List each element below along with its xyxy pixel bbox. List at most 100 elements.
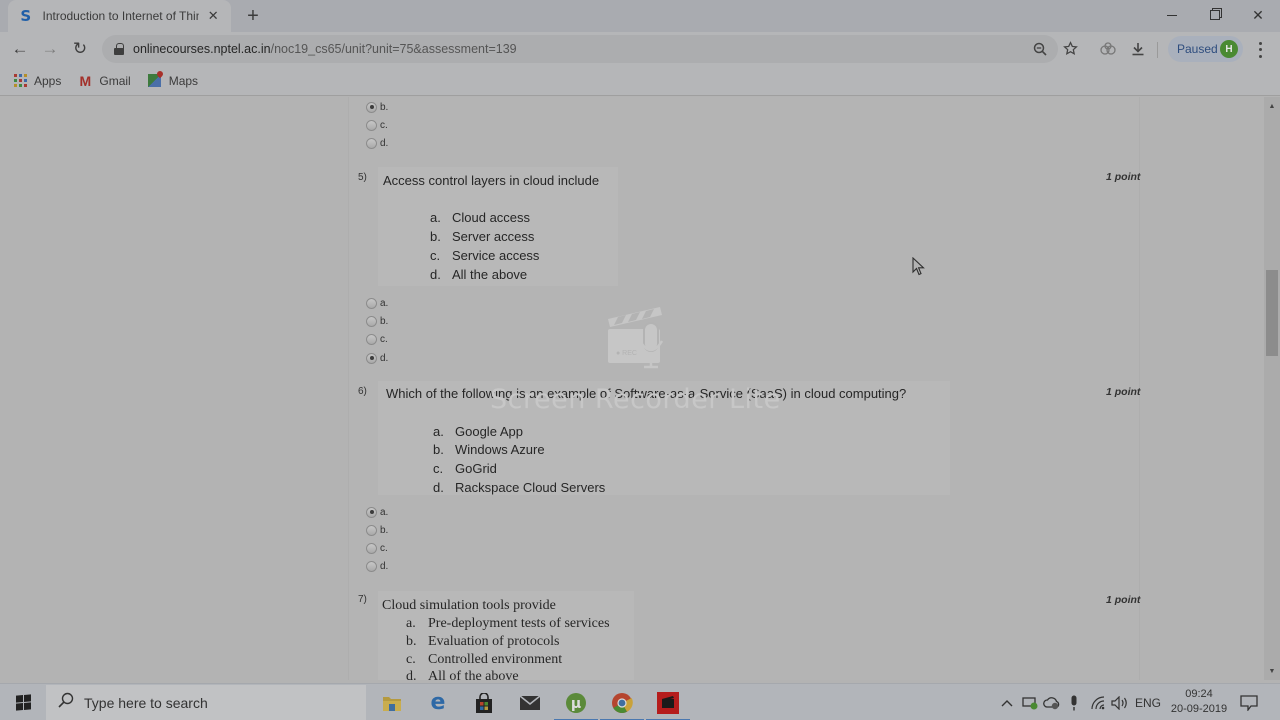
bookmark-maps[interactable]: Maps xyxy=(147,73,198,89)
bookmark-gmail[interactable]: M Gmail xyxy=(77,73,131,89)
radio-button[interactable] xyxy=(366,137,377,149)
address-bar[interactable]: onlinecourses.nptel.ac.in/noc19_cs65/uni… xyxy=(102,35,1058,63)
option-label: b. xyxy=(380,101,389,113)
radio-button-checked[interactable] xyxy=(366,101,377,113)
reload-icon: ↻ xyxy=(72,39,88,58)
toolbar-separator xyxy=(1157,42,1158,58)
store-bag-icon xyxy=(476,692,492,713)
file-explorer-icon xyxy=(383,696,401,711)
taskbar-clock[interactable]: 09:24 20-09-2019 xyxy=(1164,687,1234,717)
question-text: Access control layers in cloud include xyxy=(383,173,600,188)
answer-option[interactable]: b. xyxy=(366,100,388,114)
taskbar-file-explorer[interactable] xyxy=(369,684,415,720)
radio-button[interactable] xyxy=(366,560,377,572)
radio-button-checked[interactable] xyxy=(366,352,377,364)
windows-logo-icon xyxy=(15,694,31,711)
option-label: a. xyxy=(380,297,389,309)
reload-button[interactable]: ↻ xyxy=(67,36,93,62)
cloud-sync-icon xyxy=(1043,696,1060,709)
new-tab-button[interactable]: + xyxy=(243,6,263,26)
download-icon[interactable] xyxy=(1128,39,1148,59)
answer-option[interactable]: c. xyxy=(366,541,388,555)
taskbar-screen-recorder[interactable] xyxy=(645,684,691,720)
radio-button[interactable] xyxy=(366,315,377,327)
page-viewport: b. c. d. 5) 1 point Access control layer… xyxy=(0,97,1264,680)
clock-date: 20-09-2019 xyxy=(1170,703,1228,715)
browser-tab[interactable]: S Introduction to Internet of Things ✕ xyxy=(8,0,231,32)
question-number: 6) xyxy=(358,386,367,397)
minimize-button[interactable] xyxy=(1150,0,1194,30)
choice-item: a. Pre-deployment tests of services xyxy=(406,616,610,631)
answer-option[interactable]: c. xyxy=(366,332,388,346)
taskbar-chrome[interactable] xyxy=(599,684,645,720)
notification-icon xyxy=(1240,694,1258,711)
tray-battery-saver[interactable] xyxy=(1020,684,1040,720)
edge-icon: e xyxy=(430,690,446,715)
tray-volume[interactable] xyxy=(1110,684,1130,720)
answer-option[interactable]: c. xyxy=(366,118,388,132)
forward-arrow-icon: → xyxy=(41,39,59,58)
show-hidden-icons-button[interactable] xyxy=(998,684,1016,720)
radio-button[interactable] xyxy=(366,119,377,131)
tray-microphone[interactable] xyxy=(1064,684,1084,720)
clock-time: 09:24 xyxy=(1185,688,1213,700)
option-label: c. xyxy=(380,333,388,345)
taskbar-search-box[interactable]: Type here to search xyxy=(46,685,366,720)
taskbar-utorrent[interactable]: µ xyxy=(553,684,599,720)
chrome-menu-icon[interactable] xyxy=(1252,40,1268,60)
question-number: 5) xyxy=(358,172,367,183)
radio-button[interactable] xyxy=(366,333,377,345)
answer-option[interactable]: a. xyxy=(366,296,388,310)
forward-button[interactable]: → xyxy=(37,36,63,62)
radio-button[interactable] xyxy=(366,297,377,309)
scrollbar-thumb[interactable] xyxy=(1266,270,1278,356)
mail-icon xyxy=(519,694,541,710)
restore-button[interactable] xyxy=(1193,0,1237,30)
answer-option[interactable]: b. xyxy=(366,314,388,328)
start-button[interactable] xyxy=(0,684,46,720)
window-close-button[interactable]: ✕ xyxy=(1236,0,1280,30)
url-path: /noc19_cs65/unit?unit=75&assessment=139 xyxy=(270,42,517,56)
close-icon: ✕ xyxy=(1252,6,1264,23)
choice-item: d. Rackspace Cloud Servers xyxy=(433,480,606,495)
taskbar-store[interactable] xyxy=(461,684,507,720)
choice-item: d. All the above xyxy=(430,267,528,282)
choice-item: a. Google App xyxy=(433,424,523,439)
answer-option[interactable]: b. xyxy=(366,523,388,537)
tab-close-icon[interactable]: ✕ xyxy=(205,8,221,24)
choice-item: c. Controlled environment xyxy=(406,652,563,667)
choice-item: c. GoGrid xyxy=(433,461,497,476)
zoom-out-icon[interactable] xyxy=(1030,39,1050,59)
bookmark-apps[interactable]: Apps xyxy=(12,73,61,89)
option-label: d. xyxy=(380,137,389,149)
back-button[interactable]: ← xyxy=(7,36,33,62)
option-label: c. xyxy=(380,542,388,554)
radio-button[interactable] xyxy=(366,542,377,554)
taskbar-edge[interactable]: e xyxy=(415,684,461,720)
option-label: c. xyxy=(380,119,388,131)
tray-wifi[interactable] xyxy=(1088,684,1108,720)
answer-option[interactable]: d. xyxy=(366,559,388,573)
action-center-button[interactable] xyxy=(1238,684,1260,720)
language-indicator[interactable]: ENG xyxy=(1134,684,1162,720)
extension-icon[interactable] xyxy=(1098,39,1118,59)
tray-onedrive[interactable] xyxy=(1042,684,1062,720)
wifi-icon xyxy=(1091,695,1105,709)
profile-button[interactable]: Paused H xyxy=(1168,36,1243,62)
radio-button[interactable] xyxy=(366,524,377,536)
page-scrollbar[interactable]: ▲ ▼ xyxy=(1264,97,1280,680)
radio-button-checked[interactable] xyxy=(366,506,377,518)
scroll-down-arrow-icon[interactable]: ▼ xyxy=(1264,664,1280,678)
speaker-icon xyxy=(1111,695,1127,710)
bookmark-star-icon[interactable] xyxy=(1060,38,1080,58)
apps-grid-icon xyxy=(12,73,28,89)
answer-option[interactable]: d. xyxy=(366,136,388,150)
choice-item: d. All of the above xyxy=(406,669,519,680)
answer-option[interactable]: d. xyxy=(366,351,388,365)
taskbar-mail[interactable] xyxy=(507,684,553,720)
screen-recorder-icon xyxy=(657,691,679,714)
scroll-up-arrow-icon[interactable]: ▲ xyxy=(1264,99,1280,113)
answer-option[interactable]: a. xyxy=(366,505,388,519)
option-label: d. xyxy=(380,352,389,364)
sync-paused-label: Paused xyxy=(1177,42,1218,56)
